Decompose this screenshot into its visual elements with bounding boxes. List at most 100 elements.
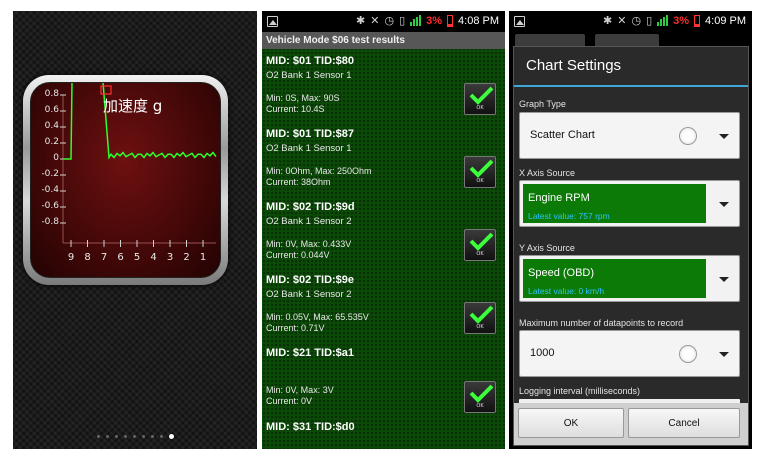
x-tick-label: 9 bbox=[67, 252, 75, 263]
ok-status-button[interactable]: OK bbox=[464, 83, 496, 115]
page-dot[interactable] bbox=[97, 435, 100, 438]
result-title: MID: $01 TID:$87 bbox=[266, 128, 355, 140]
result-item: MID: $02 TID:$9d O2 Bank 1 Sensor 2 Min:… bbox=[262, 201, 505, 274]
gauge-title: 加速度 g bbox=[103, 97, 163, 115]
cancel-button[interactable]: Cancel bbox=[628, 408, 740, 438]
y-tick-label: -0.2 bbox=[41, 169, 59, 179]
y-axis-source-select[interactable]: Speed (OBD) Latest value: 0 km/h bbox=[519, 255, 740, 302]
result-title: MID: $01 TID:$80 bbox=[266, 55, 355, 67]
result-current: Current: 0.044V bbox=[266, 250, 330, 260]
y-axis-source-label: Y Axis Source bbox=[519, 243, 575, 253]
bluetooth-icon: ✱ bbox=[356, 14, 366, 27]
logging-interval-label: Logging interval (milliseconds) bbox=[519, 386, 641, 396]
result-current: Current: 0V bbox=[266, 396, 313, 406]
result-range: Min: 0.05V, Max: 65.535V bbox=[266, 312, 369, 322]
page-dot[interactable] bbox=[133, 435, 136, 438]
y-axis-field-highlight: Speed (OBD) Latest value: 0 km/h bbox=[523, 259, 706, 298]
dialog-divider bbox=[514, 85, 748, 87]
result-current: Current: 0.71V bbox=[266, 323, 325, 333]
signal-icon bbox=[657, 15, 669, 26]
y-tick-label: -0.6 bbox=[41, 201, 59, 211]
page-dot[interactable] bbox=[106, 435, 109, 438]
result-title: MID: $31 TID:$d0 bbox=[266, 421, 355, 433]
dropdown-arrow-icon bbox=[719, 352, 729, 357]
page-dot[interactable] bbox=[160, 435, 163, 438]
gauge-screen: 加速度 g 0.8 0.6 0.4 0.2 0 -0.2 -0.4 -0.6 -0.8 9876… bbox=[13, 11, 257, 449]
battery-percent: 3% bbox=[673, 14, 690, 27]
ok-label: OK bbox=[476, 324, 484, 330]
y-axis-latest-value: Latest value: 0 km/h bbox=[528, 286, 605, 296]
max-datapoints-select[interactable]: 1000 bbox=[519, 330, 740, 377]
battery-percent: 3% bbox=[426, 14, 443, 27]
check-icon bbox=[469, 159, 494, 178]
sim-icon: ▯ bbox=[399, 14, 406, 27]
result-range: Min: 0Ohm, Max: 250Ohm bbox=[266, 166, 372, 176]
background-tab bbox=[515, 34, 585, 46]
y-tick-label: 0 bbox=[53, 153, 59, 163]
gauge-grid bbox=[62, 95, 216, 244]
y-tick-label: 0.4 bbox=[44, 121, 59, 131]
x-tick-label: 6 bbox=[117, 252, 124, 263]
y-tick-label: -0.8 bbox=[41, 217, 59, 227]
status-bar: ✱ ✕ ◷ ▯ 3% 4:08 PM bbox=[262, 11, 505, 32]
x-tick-label: 7 bbox=[100, 252, 108, 263]
result-range: Min: 0V, Max: 0.433V bbox=[266, 239, 352, 249]
dropdown-arrow-icon bbox=[719, 134, 729, 139]
check-icon bbox=[469, 232, 494, 251]
ok-label: OK bbox=[476, 403, 484, 409]
radio-icon bbox=[679, 345, 697, 363]
radio-icon bbox=[679, 127, 697, 145]
check-icon bbox=[469, 305, 494, 324]
ok-status-button[interactable]: OK bbox=[464, 229, 496, 261]
x-axis-source-select[interactable]: Engine RPM Latest value: 757 rpm bbox=[519, 180, 740, 227]
page-dot[interactable] bbox=[142, 435, 145, 438]
sim-icon: ▯ bbox=[646, 14, 653, 27]
y-tick-label: 0.8 bbox=[44, 89, 59, 99]
result-item: MID: $02 TID:$9e O2 Bank 1 Sensor 2 Min:… bbox=[262, 274, 505, 347]
y-axis-value: Speed (OBD) bbox=[528, 267, 595, 279]
x-axis-field-highlight: Engine RPM Latest value: 757 rpm bbox=[523, 184, 706, 223]
result-sensor: O2 Bank 1 Sensor 2 bbox=[266, 216, 352, 227]
page-dot[interactable] bbox=[151, 435, 154, 438]
image-notification-icon bbox=[267, 16, 278, 27]
alarm-icon: ◷ bbox=[384, 14, 395, 27]
x-tick-label: 4 bbox=[150, 252, 157, 263]
result-range: Min: 0S, Max: 90S bbox=[266, 93, 340, 103]
graph-type-select[interactable]: Scatter Chart bbox=[519, 112, 740, 159]
page-dot[interactable] bbox=[115, 435, 118, 438]
ok-label: OK bbox=[476, 178, 484, 184]
alarm-icon: ◷ bbox=[631, 14, 642, 27]
page-dot[interactable] bbox=[169, 434, 174, 439]
y-tick-label: 0.2 bbox=[44, 137, 59, 147]
result-title: MID: $21 TID:$a1 bbox=[266, 347, 355, 359]
x-tick-label: 1 bbox=[199, 252, 207, 263]
ok-label: OK bbox=[476, 105, 484, 111]
ok-status-button[interactable]: OK bbox=[464, 381, 496, 413]
x-axis-latest-value: Latest value: 757 rpm bbox=[528, 211, 610, 221]
y-tick-label: -0.4 bbox=[41, 185, 59, 195]
ok-button[interactable]: OK bbox=[518, 408, 624, 438]
status-bar: ✱ ✕ ◷ ▯ 3% 4:09 PM bbox=[509, 11, 752, 32]
battery-icon bbox=[694, 14, 701, 27]
result-sensor: O2 Bank 1 Sensor 1 bbox=[266, 70, 352, 81]
dropdown-arrow-icon bbox=[719, 277, 729, 282]
graph-type-value: Scatter Chart bbox=[530, 129, 595, 141]
result-item: MID: $01 TID:$87 O2 Bank 1 Sensor 1 Min:… bbox=[262, 128, 505, 201]
result-current: Current: 38Ohm bbox=[266, 177, 331, 187]
gauge-widget[interactable]: 加速度 g 0.8 0.6 0.4 0.2 0 -0.2 -0.4 -0.6 -0.8 9876… bbox=[23, 75, 228, 285]
ok-label: OK bbox=[476, 251, 484, 257]
gauge-display: 加速度 g 0.8 0.6 0.4 0.2 0 -0.2 -0.4 -0.6 -0.8 9876… bbox=[30, 82, 221, 278]
ok-status-button[interactable]: OK bbox=[464, 302, 496, 334]
status-time: 4:08 PM bbox=[458, 14, 499, 27]
x-axis-value: Engine RPM bbox=[528, 192, 590, 204]
background-tab bbox=[595, 34, 659, 46]
result-item: MID: $31 TID:$d0 bbox=[262, 421, 505, 449]
page-indicator[interactable] bbox=[97, 434, 174, 439]
page-dot[interactable] bbox=[124, 435, 127, 438]
battery-icon bbox=[447, 14, 454, 27]
result-title: MID: $02 TID:$9e bbox=[266, 274, 355, 286]
signal-icon bbox=[410, 15, 422, 26]
ok-status-button[interactable]: OK bbox=[464, 156, 496, 188]
y-tick-label: 0.6 bbox=[44, 105, 59, 115]
max-datapoints-label: Maximum number of datapoints to record bbox=[519, 318, 684, 328]
